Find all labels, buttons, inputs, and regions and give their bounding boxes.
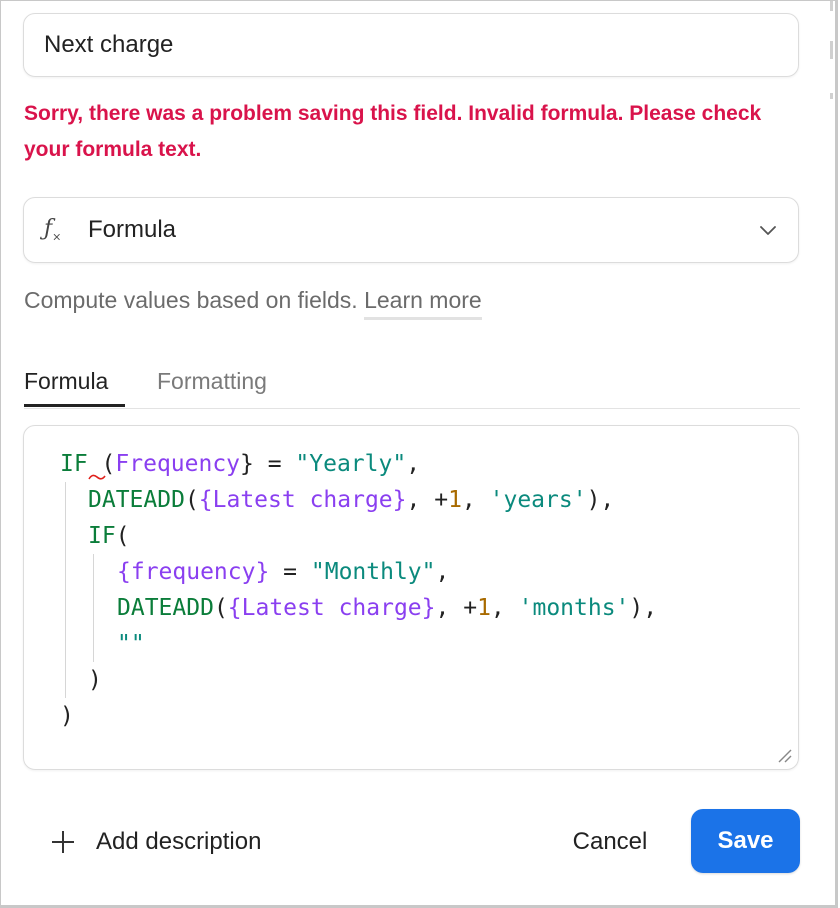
save-button[interactable]: Save <box>691 809 800 873</box>
window-edge <box>830 1 833 11</box>
formula-editor[interactable]: IF (Frequency} = "Yearly", DATEADD({Late… <box>23 425 799 770</box>
formula-fx-icon: ƒ× <box>44 216 62 244</box>
hint-text: Compute values based on fields. <box>24 287 358 313</box>
tab-formula[interactable]: Formula <box>24 364 125 407</box>
formula-line: ) <box>88 667 102 693</box>
chevron-down-icon <box>760 226 776 235</box>
field-name-value: Next charge <box>44 31 174 58</box>
formula-line: {frequency} = "Monthly", <box>117 559 450 585</box>
tab-formatting[interactable]: Formatting <box>157 364 267 408</box>
indent-guide <box>65 482 66 698</box>
field-type-select[interactable]: ƒ× Formula <box>23 197 799 263</box>
window-edge <box>830 41 833 59</box>
field-name-input[interactable]: Next charge <box>23 13 799 77</box>
add-description-label: Add description <box>96 828 262 855</box>
window-edge <box>830 93 833 99</box>
formula-line: DATEADD({Latest charge}, +1, 'years'), <box>88 487 615 513</box>
learn-more-link[interactable]: Learn more <box>364 287 482 320</box>
indent-guide <box>93 554 94 662</box>
formula-line: ) <box>60 703 74 729</box>
plus-icon <box>52 831 74 853</box>
field-type-label: Formula <box>88 216 177 243</box>
add-description-button[interactable]: Add description <box>50 824 261 860</box>
resize-handle-icon[interactable] <box>776 747 792 763</box>
formula-hint: Compute values based on fields. Learn mo… <box>24 287 482 320</box>
formula-line: DATEADD({Latest charge}, +1, 'months'), <box>117 595 658 621</box>
formula-tabs: Formula Formatting <box>24 364 800 409</box>
formula-line: "" <box>117 631 145 657</box>
formula-line: IF (Frequency} = "Yearly", <box>60 451 421 477</box>
formula-line: IF( <box>88 523 130 549</box>
error-message: Sorry, there was a problem saving this f… <box>24 102 762 161</box>
cancel-button[interactable]: Cancel <box>545 816 675 868</box>
